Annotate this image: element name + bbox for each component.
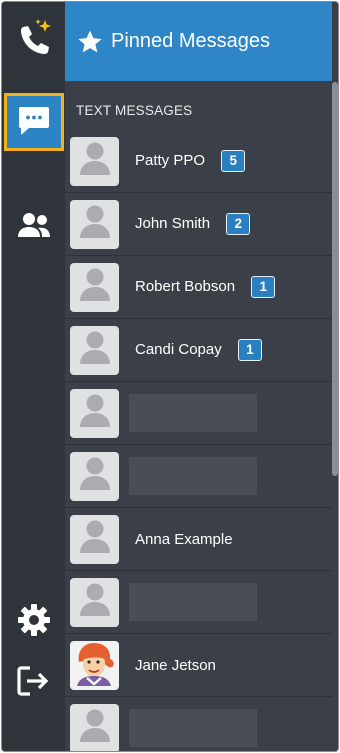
person-placeholder-icon (79, 582, 111, 623)
unread-badge: 1 (251, 276, 276, 298)
messages-icon (17, 103, 51, 142)
conversation-row[interactable]: Robert Bobson 1 (65, 256, 332, 319)
conversation-list: Patty PPO 5 John Smith 2 Robert Bobson 1… (65, 130, 332, 751)
avatar (70, 136, 119, 186)
avatar (70, 577, 119, 627)
rail-logout-button[interactable] (2, 652, 65, 714)
person-placeholder-icon (79, 456, 111, 497)
rail-messages-button[interactable] (4, 93, 64, 151)
conversation-row[interactable] (65, 382, 332, 445)
person-placeholder-icon (79, 393, 111, 434)
person-placeholder-icon (79, 519, 111, 560)
conversation-name: Patty PPO (135, 151, 206, 169)
star-icon (77, 29, 103, 55)
avatar (70, 388, 119, 438)
logout-icon (16, 665, 52, 702)
person-placeholder-icon (79, 330, 111, 371)
person-placeholder-icon (79, 267, 111, 308)
section-title: TEXT MESSAGES (76, 103, 193, 118)
avatar (70, 451, 119, 501)
conversation-row[interactable] (65, 697, 332, 751)
pinned-messages-title: Pinned Messages (111, 30, 270, 52)
settings-icon (16, 602, 52, 643)
conversation-name: Jane Jetson (135, 656, 216, 674)
unread-badge: 2 (226, 213, 251, 235)
messages-panel: Pinned Messages TEXT MESSAGES Patty PPO … (65, 2, 338, 751)
phone-sparkle-icon (13, 18, 55, 65)
redacted-name (129, 394, 257, 432)
person-placeholder-icon (79, 141, 111, 182)
messaging-app: Pinned Messages TEXT MESSAGES Patty PPO … (1, 1, 339, 752)
unread-badge: 5 (221, 150, 246, 172)
pinned-messages-header[interactable]: Pinned Messages (65, 2, 332, 81)
list-scrollbar[interactable] (332, 82, 338, 476)
nav-rail (2, 2, 65, 751)
conversation-row[interactable] (65, 571, 332, 634)
unread-badge: 1 (237, 339, 262, 361)
conversation-row[interactable] (65, 445, 332, 508)
redacted-name (129, 709, 257, 747)
conversation-name: John Smith (135, 214, 211, 232)
conversation-name: Candi Copay (135, 340, 222, 358)
avatar (70, 325, 119, 375)
person-placeholder-icon (79, 708, 111, 749)
redacted-name (129, 457, 257, 495)
conversation-row[interactable]: Patty PPO 5 (65, 130, 332, 193)
rail-calls-button[interactable] (2, 10, 65, 72)
rail-contacts-button[interactable] (2, 196, 65, 258)
avatar (70, 703, 119, 751)
contacts-icon (16, 211, 52, 244)
person-placeholder-icon (79, 204, 111, 245)
redacted-name (129, 583, 257, 621)
avatar (70, 640, 119, 690)
avatar (70, 514, 119, 564)
conversation-name: Robert Bobson (135, 277, 236, 295)
conversation-row[interactable]: John Smith 2 (65, 193, 332, 256)
avatar (70, 199, 119, 249)
conversation-row[interactable]: Anna Example (65, 508, 332, 571)
conversation-name: Anna Example (135, 530, 233, 548)
avatar (70, 262, 119, 312)
conversation-row[interactable]: Candi Copay 1 (65, 319, 332, 382)
conversation-row[interactable]: Jane Jetson (65, 634, 332, 697)
jane-jetson-avatar-image (73, 641, 117, 690)
rail-settings-button[interactable] (2, 591, 65, 653)
